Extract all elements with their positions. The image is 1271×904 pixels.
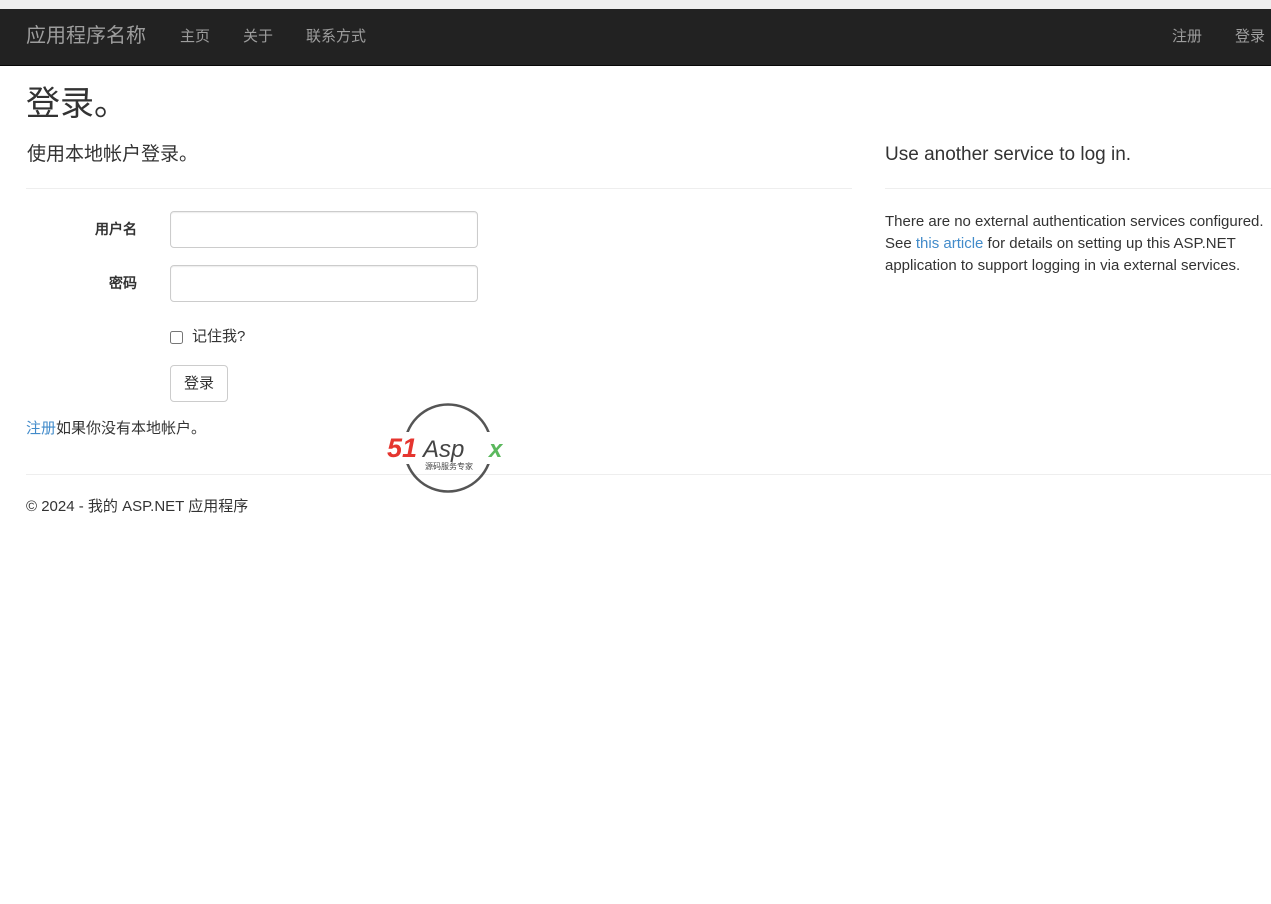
register-link[interactable]: 注册 <box>26 420 56 437</box>
password-input[interactable] <box>170 265 478 302</box>
nav-home-link[interactable]: 主页 <box>180 27 210 47</box>
register-prompt: 注册如果你没有本地帐户。 <box>26 419 206 439</box>
footer-divider <box>26 474 1271 475</box>
browser-top-strip <box>0 0 1271 9</box>
external-login-divider <box>885 188 1271 189</box>
51aspx-watermark-logo: 51 Asp x 源码服务专家 <box>385 403 513 493</box>
username-label: 用户名 <box>95 221 137 237</box>
nav-contact-link[interactable]: 联系方式 <box>306 27 366 47</box>
page-title: 登录。 <box>26 85 128 123</box>
watermark-brand-51: 51 <box>387 433 417 463</box>
watermark-brand-x: x <box>487 436 504 463</box>
nav-login-link[interactable]: 登录 <box>1235 27 1265 47</box>
watermark-brand-asp: Asp <box>421 436 464 463</box>
local-login-divider <box>26 188 852 189</box>
footer-copyright: © 2024 - 我的 ASP.NET 应用程序 <box>26 498 249 515</box>
navbar-brand[interactable]: 应用程序名称 <box>26 23 146 49</box>
register-suffix: 如果你没有本地帐户。 <box>56 420 207 437</box>
username-input[interactable] <box>170 211 478 248</box>
external-login-message: There are no external authentication ser… <box>885 211 1265 277</box>
local-login-heading: 使用本地帐户登录。 <box>27 144 199 165</box>
nav-about-link[interactable]: 关于 <box>243 27 273 47</box>
watermark-tagline: 源码服务专家 <box>425 461 473 471</box>
login-submit-button[interactable]: 登录 <box>170 365 228 402</box>
remember-me-checkbox[interactable] <box>170 331 183 344</box>
password-label: 密码 <box>109 275 137 291</box>
remember-me-label[interactable]: 记住我? <box>192 327 245 347</box>
this-article-link[interactable]: this article <box>916 235 984 252</box>
nav-register-link[interactable]: 注册 <box>1172 27 1202 47</box>
navbar: 应用程序名称 主页 关于 联系方式 注册 登录 <box>0 9 1271 66</box>
external-login-heading: Use another service to log in. <box>885 144 1132 165</box>
